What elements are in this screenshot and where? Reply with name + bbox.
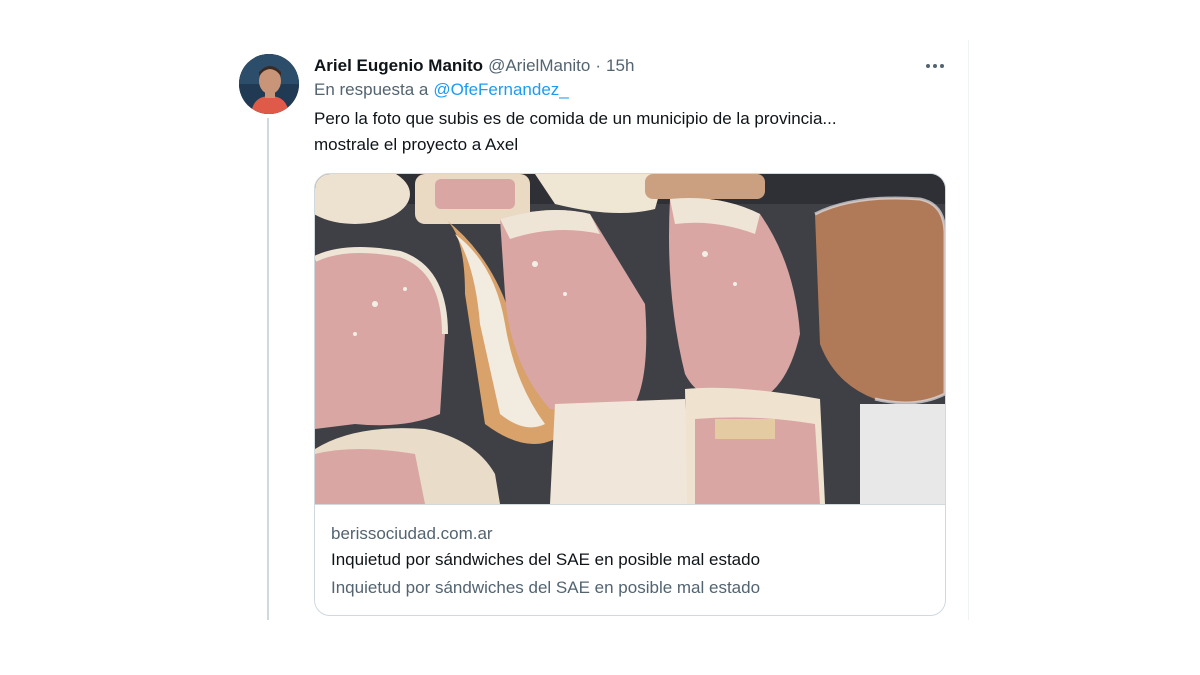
card-description: Inquietud por sándwiches del SAE en posi… [331,578,761,597]
reply-context: En respuesta a @OfeFernandez_ [314,80,569,100]
tweet-header: Ariel Eugenio Manito @ArielManito · 15h [314,54,634,78]
tweet-text: Pero la foto que subis es de comida de u… [314,106,934,158]
thread-line [267,118,269,620]
avatar-image [239,54,299,114]
reply-prefix: En respuesta a [314,80,429,99]
card-title: Inquietud por sándwiches del SAE en posi… [331,550,761,569]
tweet-text-line: Pero la foto que subis es de comida de u… [314,109,837,128]
reply-mention-link[interactable]: @OfeFernandez_ [433,80,568,99]
avatar[interactable] [239,54,299,114]
tweet[interactable]: Ariel Eugenio Manito @ArielManito · 15h … [224,40,969,620]
card-image [315,174,945,504]
card-divider [315,504,945,505]
tweet-timestamp[interactable]: 15h [606,56,634,76]
author-handle[interactable]: @ArielManito [488,56,590,76]
separator-dot: · [595,56,602,75]
more-dot [933,64,937,68]
tweet-text-line: mostrale el proyecto a Axel [314,135,519,154]
more-dot [926,64,930,68]
author-name[interactable]: Ariel Eugenio Manito [314,56,483,76]
link-preview-card[interactable]: berissociudad.com.ar Inquietud por sándw… [314,173,946,616]
more-dot [940,64,944,68]
card-domain: berissociudad.com.ar [331,524,493,543]
more-options-icon[interactable] [924,56,946,76]
